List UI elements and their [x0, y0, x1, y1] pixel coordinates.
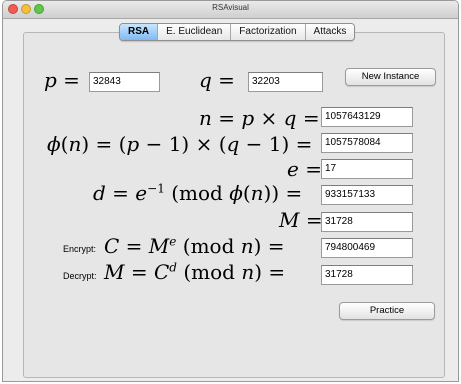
n-field[interactable]: 1057643129 — [321, 107, 413, 127]
n-equation-label: n = p × q = — [199, 106, 320, 130]
q-equation-label: q = — [199, 68, 235, 92]
tab-attacks[interactable]: Attacks — [305, 24, 355, 40]
app-window: RSAvisual RSA E. Euclidean Factorization… — [2, 0, 459, 382]
encrypt-equation-label: C = Me (mod n) = — [104, 234, 285, 258]
m-input[interactable]: 31728 — [321, 212, 413, 232]
c-field[interactable]: 794800469 — [321, 238, 413, 258]
e-input[interactable]: 17 — [321, 159, 413, 179]
q-input[interactable]: 32203 — [248, 72, 323, 92]
decrypt-label: Decrypt: — [63, 271, 97, 281]
tab-factorization[interactable]: Factorization — [231, 24, 306, 40]
p-input[interactable]: 32843 — [89, 72, 160, 92]
decrypt-equation-label: M = Cd (mod n) = — [104, 260, 286, 284]
e-equation-label: e = — [287, 157, 322, 181]
window-title: RSAvisual — [212, 3, 249, 12]
tab-euclidean[interactable]: E. Euclidean — [158, 24, 232, 40]
d-field[interactable]: 933157133 — [321, 185, 413, 205]
decrypted-m-field[interactable]: 31728 — [321, 265, 413, 285]
practice-button[interactable]: Practice — [339, 302, 435, 320]
d-equation-label: d = e−1 (mod ϕ(n)) = — [93, 181, 303, 205]
tab-rsa[interactable]: RSA — [120, 24, 159, 40]
tab-bar: RSA E. Euclidean Factorization Attacks — [119, 23, 356, 41]
phi-equation-label: ϕ(n) = (p − 1) × (q − 1) = — [47, 132, 313, 156]
phi-field[interactable]: 1057578084 — [321, 133, 413, 153]
encrypt-label: Encrypt: — [63, 244, 97, 254]
m-equation-label: M = — [279, 208, 323, 232]
new-instance-button[interactable]: New Instance — [345, 68, 436, 86]
title-bar: RSAvisual — [3, 1, 458, 19]
p-equation-label: p = — [44, 68, 80, 92]
